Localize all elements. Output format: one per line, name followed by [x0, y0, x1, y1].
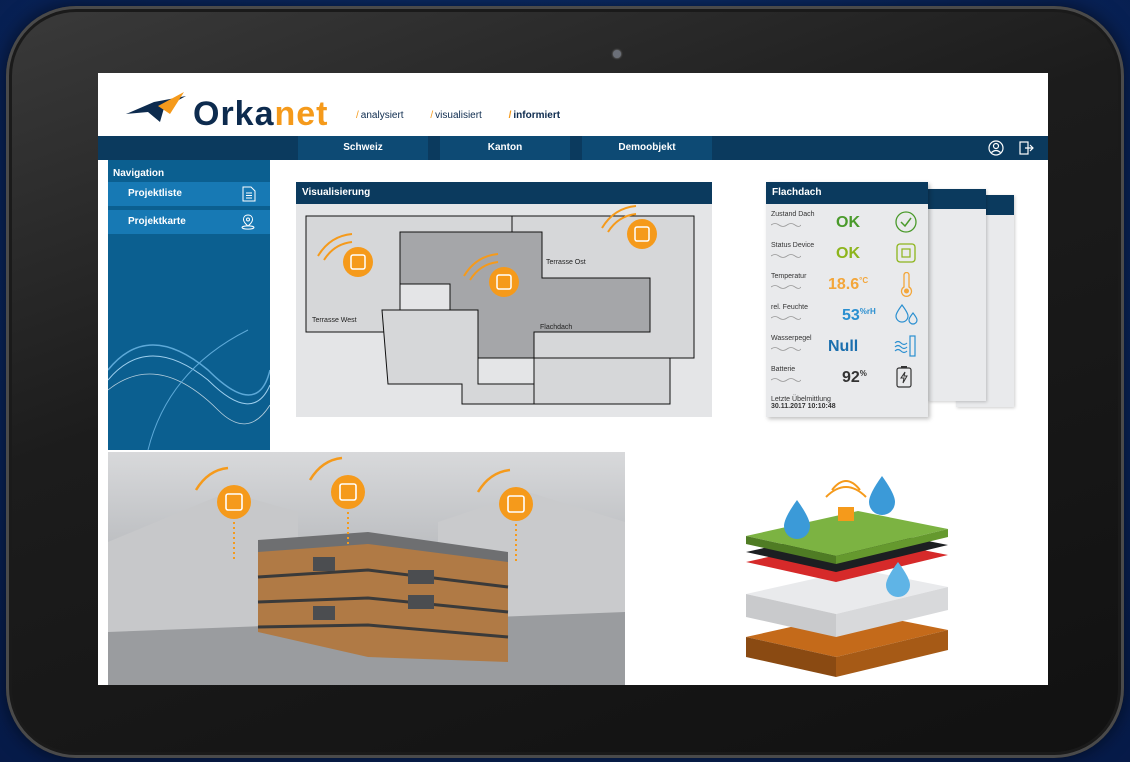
sidebar-item-projektkarte[interactable]: Projektkarte	[108, 210, 270, 234]
sidebar-item-projektliste[interactable]: Projektliste	[108, 182, 270, 206]
wave-icon	[771, 223, 801, 227]
sensor-row-status-device: Status Device OK	[766, 239, 928, 270]
device-chip-icon	[896, 243, 916, 263]
sensor-row-temperatur: Temperatur 18.6°C	[766, 270, 928, 301]
building-illustration	[108, 456, 625, 685]
roof-layers-graphic	[746, 476, 948, 677]
tab-schweiz[interactable]: Schweiz	[298, 136, 428, 160]
map-pin-icon	[241, 214, 255, 230]
wave-icon	[771, 316, 801, 320]
sidebar-item-label: Projektliste	[128, 188, 182, 199]
sensor-panel-stack	[928, 189, 986, 401]
sensor-value: OK	[836, 245, 860, 262]
app-screen: Orkanet / analysiert / visualisiert / infor…	[98, 73, 1048, 685]
sensor-row-zustand-dach: Zustand Dach OK	[766, 208, 928, 239]
logout-icon[interactable]	[1018, 140, 1034, 156]
zone-label-terrasse-west: Terrasse West	[312, 317, 357, 324]
sensor-panel-title: Flachdach	[766, 182, 928, 204]
roof-layers-illustration	[628, 452, 1048, 685]
last-message: Letzte Übelmittlung 30.11.2017 10:10:48	[771, 396, 836, 410]
wave-icon	[771, 378, 801, 382]
camera-dot	[613, 50, 621, 58]
sensor-row-batterie: Batterie 92%	[766, 363, 928, 394]
wave-icon	[771, 254, 801, 258]
user-profile-icon[interactable]	[988, 140, 1004, 156]
sensor-value: OK	[836, 214, 860, 231]
sensor-value: Null	[828, 338, 859, 355]
building-photo	[108, 452, 625, 685]
orkanet-logo-icon	[126, 92, 186, 122]
sensor-row-feuchte: rel. Feuchte 53%rH	[766, 301, 928, 332]
zone-label-flachdach: Flachdach	[540, 324, 573, 331]
wave-icon	[771, 347, 801, 351]
brand-logo[interactable]: Orkanet	[193, 95, 329, 134]
sidebar: Navigation Projektliste Projektkarte	[108, 160, 270, 450]
sensor-value: 18.6°C	[828, 276, 869, 293]
battery-icon	[896, 366, 912, 388]
check-circle-icon	[895, 211, 917, 233]
floor-plan	[305, 205, 695, 405]
decorative-waves	[108, 329, 270, 450]
brand-tagline: / analysiert / visualisiert / informiert	[356, 110, 561, 121]
wave-icon	[771, 285, 801, 289]
top-navigation: Schweiz Kanton Demoobjekt	[98, 136, 1048, 160]
sensor-icon	[308, 456, 365, 509]
sidebar-item-label: Projektkarte	[128, 216, 186, 227]
sensor-panel-flachdach[interactable]: Flachdach Zustand Dach OK Status Device …	[766, 182, 928, 417]
sidebar-title: Navigation	[113, 168, 165, 179]
visualization-title: Visualisierung	[296, 182, 712, 204]
app-header: Orkanet / analysiert / visualisiert / infor…	[98, 73, 1048, 136]
document-list-icon	[242, 186, 256, 202]
thermometer-icon	[900, 272, 913, 297]
tab-kanton[interactable]: Kanton	[440, 136, 570, 160]
tab-demoobjekt[interactable]: Demoobjekt	[582, 136, 712, 160]
zone-label-terrasse-ost: Terrasse Ost	[546, 259, 586, 266]
water-level-icon	[894, 335, 916, 357]
sensor-row-wasserpegel: Wasserpegel Null	[766, 332, 928, 363]
sensor-value: 92%	[842, 369, 867, 386]
dashboard-content: Visualisierung Terrasse Ost Terrasse Wes…	[276, 165, 1040, 442]
humidity-drops-icon	[895, 303, 918, 325]
sensor-value: 53%rH	[842, 307, 876, 324]
visualization-panel: Visualisierung Terrasse Ost Terrasse Wes…	[296, 182, 712, 417]
